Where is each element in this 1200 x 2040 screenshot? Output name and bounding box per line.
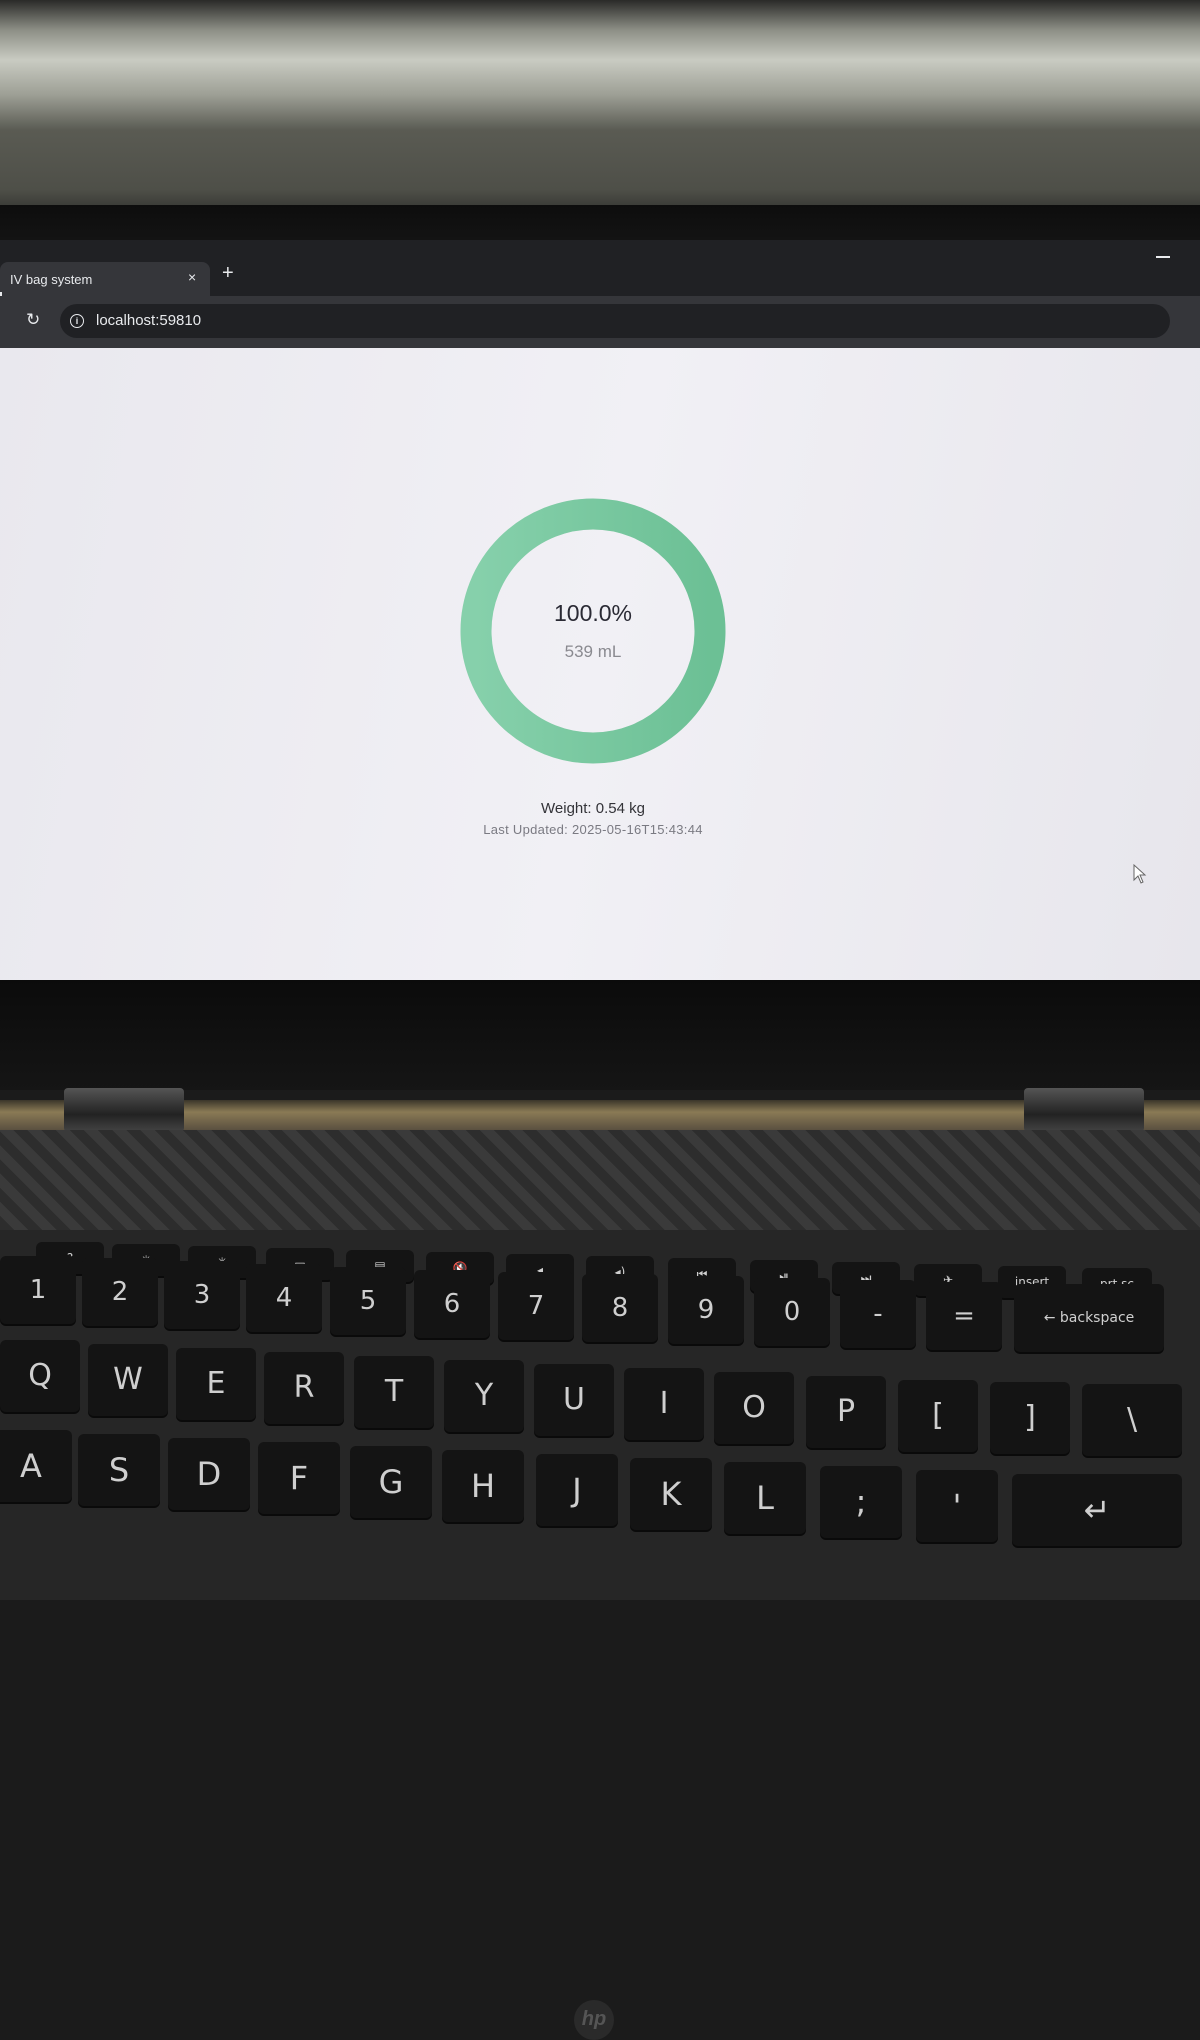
- enter-key[interactable]: ↵: [1012, 1474, 1182, 1546]
- keyboard-key[interactable]: ': [916, 1470, 998, 1542]
- keyboard-key[interactable]: -: [840, 1280, 916, 1348]
- keyboard-key[interactable]: D: [168, 1438, 250, 1510]
- volume-readout: 539 mL: [564, 642, 622, 661]
- last-updated-timestamp: Last Updated: 2025-05-16T15:43:44: [483, 822, 703, 837]
- gauge-arc: [460, 498, 726, 764]
- keyboard-key[interactable]: E: [176, 1348, 256, 1420]
- keyboard-key[interactable]: F: [258, 1442, 340, 1514]
- background-desk: [0, 0, 1200, 220]
- keyboard-key[interactable]: 8: [582, 1274, 658, 1342]
- screen-bezel-top: [0, 205, 1200, 245]
- page-viewport: 100.0% 539 mL Weight: 0.54 kg Last Updat…: [0, 348, 1200, 980]
- keyboard-key[interactable]: S: [78, 1434, 160, 1506]
- keyboard-key[interactable]: ;: [820, 1466, 902, 1538]
- browser-toolbar: ↻ i localhost:59810 ☆: [0, 296, 1200, 348]
- keyboard-key[interactable]: A: [0, 1430, 72, 1502]
- keyboard-key[interactable]: =: [926, 1282, 1002, 1350]
- hinge-right: [1024, 1088, 1144, 1132]
- keyboard-key[interactable]: T: [354, 1356, 434, 1428]
- url-text[interactable]: localhost:59810: [96, 312, 201, 329]
- keyboard-key[interactable]: P: [806, 1376, 886, 1448]
- hinge-left: [64, 1088, 184, 1132]
- keyboard-key[interactable]: 9: [668, 1276, 744, 1344]
- keyboard-key[interactable]: K: [630, 1458, 712, 1530]
- speaker-grille: [0, 1130, 1200, 1230]
- keyboard-key[interactable]: O: [714, 1372, 794, 1444]
- hp-logo: hp: [574, 2000, 614, 2040]
- keyboard-key[interactable]: Y: [444, 1360, 524, 1432]
- backspace-key[interactable]: ← backspace: [1014, 1284, 1164, 1352]
- keyboard-key[interactable]: R: [264, 1352, 344, 1424]
- keyboard-key[interactable]: Q: [0, 1340, 80, 1412]
- browser-tab[interactable]: IV bag system ×: [0, 262, 210, 310]
- fill-percentage: 100.0%: [553, 600, 632, 626]
- tab-title: IV bag system: [10, 272, 93, 287]
- keyboard-key[interactable]: 2: [82, 1258, 158, 1326]
- weight-readout: Weight: 0.54 kg: [541, 800, 645, 817]
- minimize-button[interactable]: [1156, 256, 1170, 258]
- keyboard-key[interactable]: 6: [414, 1270, 490, 1338]
- keyboard-key[interactable]: H: [442, 1450, 524, 1522]
- browser-tabstrip: IV bag system × +: [0, 240, 1200, 310]
- keyboard-key[interactable]: \: [1082, 1384, 1182, 1456]
- keyboard-key[interactable]: U: [534, 1364, 614, 1436]
- keyboard-key[interactable]: ]: [990, 1382, 1070, 1454]
- new-tab-button[interactable]: +: [222, 262, 234, 285]
- keyboard-key[interactable]: I: [624, 1368, 704, 1440]
- keyboard-key[interactable]: 7: [498, 1272, 574, 1340]
- close-icon[interactable]: ×: [188, 269, 196, 285]
- address-bar[interactable]: i localhost:59810 ☆: [60, 304, 1170, 338]
- keyboard-key[interactable]: [: [898, 1380, 978, 1452]
- keyboard-key[interactable]: W: [88, 1344, 168, 1416]
- keyboard-key[interactable]: 4: [246, 1264, 322, 1332]
- reload-icon[interactable]: ↻: [26, 310, 40, 330]
- keyboard-key[interactable]: 1: [0, 1256, 76, 1324]
- screen-bezel-bottom: hp: [0, 980, 1200, 2040]
- fill-gauge: [460, 498, 726, 764]
- keyboard-key[interactable]: 0: [754, 1278, 830, 1346]
- keyboard-key[interactable]: 5: [330, 1267, 406, 1335]
- keyboard: ? ✳ ✳ ▭ ▤ 🔇 ◂ ◂) ⏮ ⏯ ⏭ ✈ insert prt sc 1…: [0, 1230, 1200, 1600]
- keyboard-key[interactable]: G: [350, 1446, 432, 1518]
- keyboard-key[interactable]: J: [536, 1454, 618, 1526]
- keyboard-key[interactable]: L: [724, 1462, 806, 1534]
- mouse-cursor-icon: [1133, 864, 1147, 884]
- keyboard-key[interactable]: 3: [164, 1261, 240, 1329]
- info-icon[interactable]: i: [70, 314, 84, 328]
